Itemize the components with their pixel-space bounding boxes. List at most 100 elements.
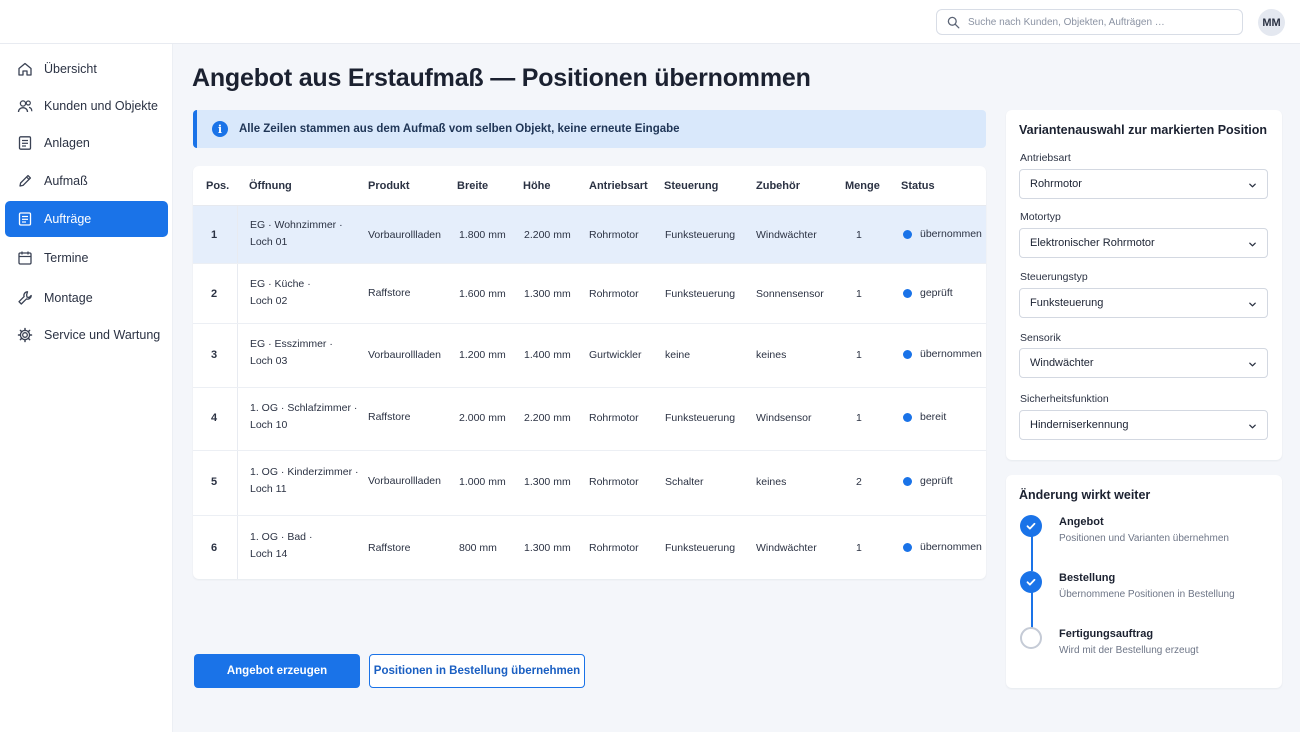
check-icon <box>1020 515 1042 537</box>
status-badge: bereit <box>903 411 946 423</box>
step-subtitle: Übernommene Positionen in Bestellung <box>1059 589 1235 600</box>
positions-table: Pos. Öffnung Produkt Breite Höhe Antrieb… <box>193 166 986 579</box>
user-avatar[interactable]: MM <box>1258 9 1285 36</box>
cell-opening: 1. OG · Kinderzimmer · Loch 11 <box>250 466 359 495</box>
info-icon: i <box>212 121 228 137</box>
header-control: Steuerung <box>664 180 719 192</box>
document-icon <box>18 136 32 150</box>
table-row[interactable]: 2 EG · Küche · Loch 02 Raffstore 1.600 mm… <box>193 264 986 324</box>
field-label-sicherheitsfunktion: Sicherheitsfunktion <box>1020 393 1109 405</box>
sidebar-item-kunden[interactable]: Kunden und Objekte <box>5 88 168 124</box>
sidebar-item-montage[interactable]: Montage <box>5 280 168 316</box>
cell-pos: 2 <box>211 288 218 300</box>
status-badge: geprüft <box>903 287 953 299</box>
step-connector <box>1031 592 1033 628</box>
cell-control: keine <box>665 349 691 361</box>
cell-control: Funksteuerung <box>665 542 736 554</box>
cell-pos: 5 <box>211 476 218 488</box>
cell-drive: Rohrmotor <box>589 229 639 241</box>
step-connector <box>1031 536 1033 571</box>
pencil-icon <box>19 174 32 187</box>
sidebar-item-auftraege[interactable]: Aufträge <box>5 201 168 237</box>
table-row[interactable]: 5 1. OG · Kinderzimmer · Loch 11 Vorbauro… <box>193 451 986 516</box>
cell-accessory: keines <box>756 476 787 488</box>
sidebar-item-label: Service und Wartung <box>44 328 161 342</box>
cell-accessory: Windwächter <box>756 542 817 554</box>
cell-opening: EG · Küche · Loch 02 <box>250 278 311 307</box>
cell-width: 1.800 mm <box>459 229 506 241</box>
create-offer-button[interactable]: Angebot erzeugen <box>194 654 360 688</box>
table-row[interactable]: 3 EG · Esszimmer · Loch 03 Vorbaurolllade… <box>193 324 986 388</box>
step-title: Bestellung <box>1059 572 1116 584</box>
cell-width: 800 mm <box>459 542 497 554</box>
cell-accessory: Windsensor <box>756 412 812 424</box>
step-subtitle: Positionen und Varianten übernehmen <box>1059 533 1229 544</box>
sidebar-item-label: Aufträge <box>44 212 92 226</box>
table-row[interactable]: 1 EG · Wohnzimmer · Loch 01 Vorbaurolllad… <box>193 206 986 264</box>
cell-height: 2.200 mm <box>524 412 571 424</box>
sidebar-item-aufmass[interactable]: Aufmaß <box>5 163 168 199</box>
cell-drive: Rohrmotor <box>589 288 639 300</box>
sidebar-item-service[interactable]: Service und Wartung <box>5 317 168 353</box>
impact-panel-title: Änderung wirkt weiter <box>1019 488 1151 502</box>
header-height: Höhe <box>523 180 551 192</box>
status-dot-icon <box>903 229 912 239</box>
info-banner: i Alle Zeilen stammen aus dem Aufmaß vom… <box>193 110 986 148</box>
cell-drive: Gurtwickler <box>589 349 642 361</box>
step-title: Angebot <box>1059 516 1104 528</box>
table-row[interactable]: 4 1. OG · Schlafzimmer · Loch 10 Raffstor… <box>193 388 986 451</box>
select-antriebsart[interactable]: Rohrmotor <box>1019 169 1268 199</box>
select-steuerungstyp[interactable]: Funksteuerung <box>1019 288 1268 318</box>
cell-qty: 1 <box>856 288 862 300</box>
status-badge: übernommen <box>903 228 982 240</box>
table-header: Pos. Öffnung Produkt Breite Höhe Antrieb… <box>193 166 986 206</box>
cell-pos: 6 <box>211 542 218 554</box>
clipboard-icon <box>18 212 32 226</box>
check-icon <box>1020 571 1042 593</box>
cell-opening: 1. OG · Bad · Loch 14 <box>250 531 313 560</box>
sidebar-item-termine[interactable]: Termine <box>5 240 168 276</box>
select-sicherheitsfunktion[interactable]: Hinderniserkennung <box>1019 410 1268 440</box>
cell-qty: 1 <box>856 349 862 361</box>
cell-control: Funksteuerung <box>665 412 736 424</box>
header-accessory: Zubehör <box>756 180 800 192</box>
cell-opening: 1. OG · Schlafzimmer · Loch 10 <box>250 402 358 431</box>
info-text: Alle Zeilen stammen aus dem Aufmaß vom s… <box>239 123 680 135</box>
table-row[interactable]: 6 1. OG · Bad · Loch 14 Raffstore 800 mm … <box>193 516 986 579</box>
gear-icon <box>17 327 33 343</box>
search-input[interactable] <box>968 16 1238 28</box>
chevron-down-icon <box>1249 362 1256 367</box>
search-box[interactable] <box>936 9 1243 35</box>
cell-control: Funksteuerung <box>665 288 736 300</box>
cell-height: 1.300 mm <box>524 288 571 300</box>
status-badge: übernommen <box>903 541 982 553</box>
transfer-to-order-button[interactable]: Positionen in Bestellung übernehmen <box>369 654 585 688</box>
cell-opening: EG · Esszimmer · Loch 03 <box>250 338 333 367</box>
cell-accessory: keines <box>756 349 787 361</box>
cell-drive: Rohrmotor <box>589 412 639 424</box>
cell-qty: 2 <box>856 476 862 488</box>
cell-drive: Rohrmotor <box>589 476 639 488</box>
sidebar-item-uebersicht[interactable]: Übersicht <box>5 51 168 87</box>
sidebar-item-label: Aufmaß <box>44 174 88 188</box>
top-bar: MM <box>0 0 1300 44</box>
field-label-antriebsart: Antriebsart <box>1020 152 1071 164</box>
field-label-steuerungstyp: Steuerungstyp <box>1020 271 1088 283</box>
cell-accessory: Windwächter <box>756 229 817 241</box>
header-drive: Antriebsart <box>589 180 648 192</box>
calendar-icon <box>18 251 32 265</box>
status-dot-icon <box>903 288 912 298</box>
chevron-down-icon <box>1249 242 1256 247</box>
select-sensorik[interactable]: Windwächter <box>1019 348 1268 378</box>
sidebar-item-label: Termine <box>44 251 89 265</box>
status-dot-icon <box>903 542 912 552</box>
select-motortyp[interactable]: Elektronischer Rohrmotor <box>1019 228 1268 258</box>
variant-panel-title: Variantenauswahl zur markierten Position <box>1019 123 1267 137</box>
sidebar-item-label: Anlagen <box>44 136 90 150</box>
cell-product: Raffstore <box>368 411 411 423</box>
cell-product: Vorbaurollladen <box>368 229 441 241</box>
header-pos: Pos. <box>206 180 230 192</box>
sidebar-item-anlagen[interactable]: Anlagen <box>5 125 168 161</box>
cell-qty: 1 <box>856 412 862 424</box>
cell-drive: Rohrmotor <box>589 542 639 554</box>
